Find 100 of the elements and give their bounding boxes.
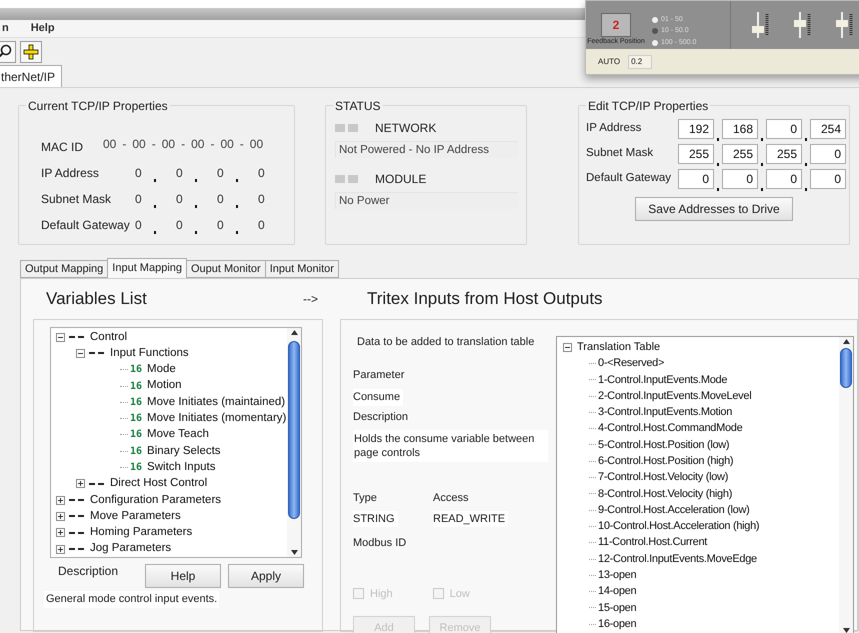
help-button[interactable]: Help (145, 564, 221, 588)
radio-button[interactable] (652, 16, 658, 23)
dashes-icon (68, 547, 86, 551)
field-label: Description (353, 410, 410, 424)
ruler-tool-button[interactable] (20, 41, 42, 63)
scrollbar-thumb[interactable] (840, 348, 852, 388)
tab[interactable]: Output Mapping (20, 260, 108, 278)
scrollbar-thumb[interactable] (288, 341, 300, 519)
field-label: Type (353, 491, 378, 506)
expand-icon[interactable] (56, 528, 65, 538)
tree-item[interactable]: 8-Control.Host.Velocity (high) (598, 486, 732, 502)
tree-item[interactable]: Motion (147, 377, 182, 395)
parameter-value: Consume (353, 389, 404, 406)
tree-item[interactable]: 16-open (598, 616, 636, 632)
octet-field[interactable]: 0 (678, 169, 714, 189)
tab[interactable]: Input Monitor (264, 260, 339, 278)
dashes-icon (68, 514, 86, 518)
octet-value: 0 (217, 191, 225, 208)
tree-item[interactable]: 5-Control.Host.Position (low) (598, 436, 730, 454)
collapse-icon[interactable] (563, 342, 572, 352)
slider-icon[interactable] (793, 10, 813, 40)
tree-item[interactable]: Move Parameters (90, 508, 181, 526)
expand-icon[interactable] (56, 512, 65, 521)
octet-field[interactable]: 255 (766, 144, 802, 164)
dashes-icon (68, 335, 86, 340)
tree-item[interactable]: 0-<Reserved> (598, 355, 664, 372)
tree-item[interactable]: 10-Control.Host.Acceleration (high) (598, 518, 760, 535)
tree-item[interactable]: Move Initiates (maintained) (147, 394, 286, 411)
mac-separator: - (210, 136, 214, 153)
scroll-up-icon[interactable] (842, 339, 850, 344)
octet-field[interactable]: 0 (766, 169, 802, 189)
tree-item[interactable]: 12-Control.InputEvents.MoveEdge (598, 550, 757, 568)
tree-item[interactable]: 6-Control.Host.Position (high) (598, 452, 734, 470)
tab[interactable]: Ouput Monitor (186, 260, 266, 278)
menu-item[interactable]: Help (30, 20, 55, 37)
octet-field[interactable]: 0 (766, 119, 802, 139)
type-tag: 16 (130, 460, 142, 476)
tree-item[interactable]: Switch Inputs (147, 458, 216, 476)
octet-field[interactable]: 254 (810, 119, 846, 139)
tree-item[interactable]: Mode (147, 361, 176, 378)
tree-item[interactable]: Jog Parameters (90, 540, 172, 557)
scrollbar[interactable] (287, 328, 301, 557)
octet-value: 0 (176, 217, 184, 234)
status-label: MODULE (375, 171, 426, 188)
tree-item[interactable]: Direct Host Control (110, 475, 208, 492)
expand-icon[interactable] (56, 544, 65, 554)
tree-item[interactable]: 15-open (598, 600, 636, 616)
collapse-icon[interactable] (56, 332, 65, 342)
tree-item[interactable]: 11-Control.Host.Current (598, 534, 708, 551)
octet-field[interactable]: 192 (678, 119, 714, 139)
tree-item[interactable]: 13-open (598, 567, 636, 584)
scroll-down-icon[interactable] (290, 550, 298, 555)
tree-item[interactable]: 9-Control.Host.Acceleration (low) (598, 502, 750, 518)
tree-item[interactable]: 2-Control.InputEvents.MoveLevel (598, 388, 752, 404)
tab[interactable]: therNet/IP (0, 65, 62, 87)
radio-button[interactable] (652, 40, 658, 46)
field-label: Access (433, 491, 470, 506)
octet-field[interactable]: 0 (722, 169, 758, 189)
tree-item[interactable]: 3-Control.InputEvents.Motion (598, 404, 732, 421)
radio-button[interactable] (652, 28, 658, 34)
save-addresses-button[interactable]: Save Addresses to Drive (635, 197, 793, 221)
access-value: READ_WRITE (433, 510, 508, 527)
dashes-icon (88, 351, 106, 356)
octet-value: 0 (258, 217, 266, 234)
description-text: General mode control input events. (44, 591, 220, 608)
type-tag: 16 (130, 444, 142, 459)
octet-field[interactable]: 0 (810, 144, 846, 164)
scroll-down-icon[interactable] (842, 628, 850, 633)
slider-icon[interactable] (751, 10, 771, 40)
expand-icon[interactable] (76, 479, 85, 488)
apply-button[interactable]: Apply (228, 564, 304, 588)
mac-octet: 00 (220, 136, 234, 153)
octet-value: 0 (258, 191, 266, 208)
tree-item[interactable]: 14-open (598, 583, 636, 600)
field-label: Parameter (353, 368, 406, 382)
tab[interactable]: Input Mapping (107, 258, 187, 278)
octet-field[interactable]: 255 (678, 144, 714, 164)
octet-field[interactable]: 255 (722, 144, 758, 164)
slider-icon[interactable] (835, 10, 855, 40)
tree-item[interactable]: Move Initiates (momentary) (147, 410, 286, 428)
tree-item[interactable]: Homing Parameters (90, 524, 192, 542)
scrollbar[interactable] (839, 337, 853, 633)
tree-item[interactable]: Move Teach (147, 426, 209, 444)
tree-item[interactable]: 7-Control.Host.Velocity (low) (598, 469, 728, 486)
tree-item[interactable]: 1-Control.InputEvents.Mode (598, 372, 728, 388)
status-light-icon (335, 175, 358, 183)
tree-item[interactable]: 4-Control.Host.CommandMode (598, 420, 742, 437)
octet-field[interactable]: 168 (722, 119, 758, 139)
checkbox-label: Low (450, 586, 470, 602)
collapse-icon[interactable] (76, 348, 85, 358)
tree-item[interactable]: Configuration Parameters (90, 492, 222, 509)
magnifier-tool-button[interactable] (0, 41, 16, 63)
octet-field[interactable]: 0 (810, 169, 846, 189)
tree-item[interactable]: Binary Selects (147, 442, 221, 460)
tree-item[interactable]: Translation Table (577, 338, 660, 356)
tree-item[interactable]: Input Functions (110, 344, 189, 362)
menu-item[interactable]: n (2, 20, 9, 37)
tree-item[interactable]: Control (90, 328, 128, 346)
expand-icon[interactable] (56, 496, 65, 505)
scroll-up-icon[interactable] (290, 330, 298, 335)
